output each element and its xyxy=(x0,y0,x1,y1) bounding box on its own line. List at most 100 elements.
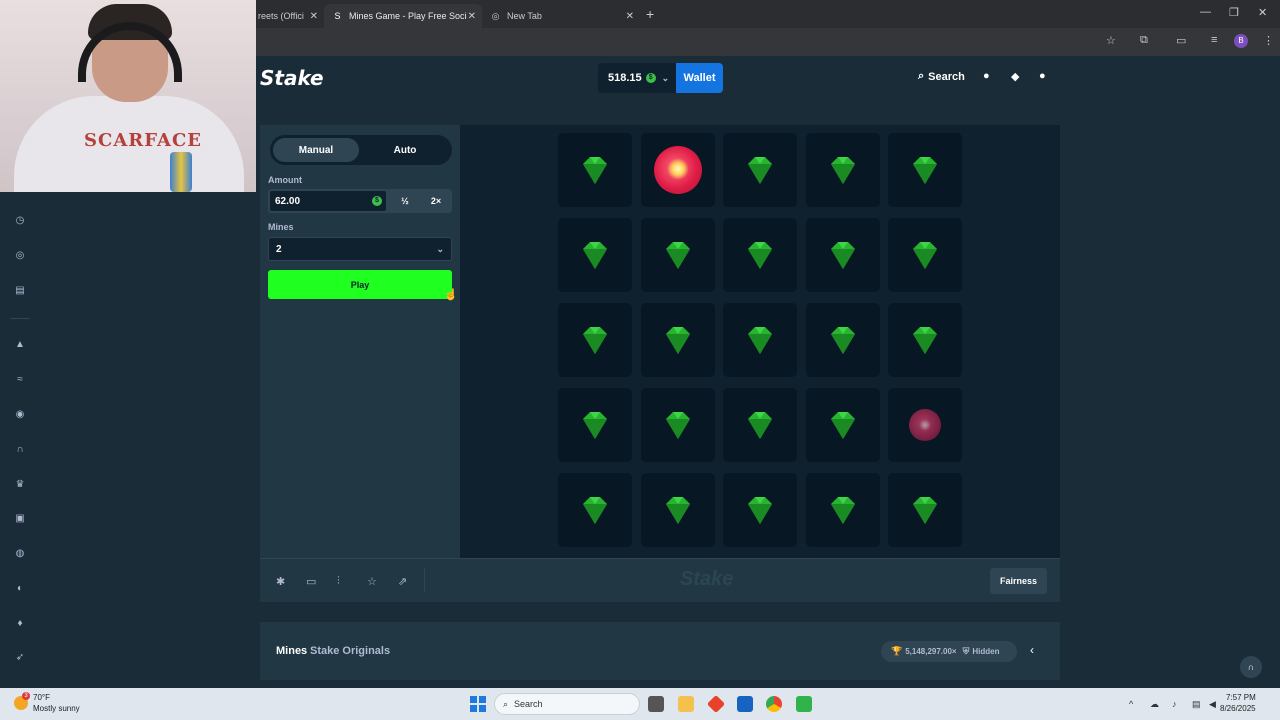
taskbar-search[interactable]: ⌕ Search xyxy=(494,693,640,715)
chrome-icon[interactable] xyxy=(766,696,782,712)
side-panel-icon[interactable]: ▭ xyxy=(1176,34,1186,47)
sports-icon[interactable]: ◍ xyxy=(13,547,27,561)
play-button[interactable]: Play xyxy=(268,270,452,299)
mine-tile[interactable] xyxy=(640,218,715,292)
tab-close-icon[interactable]: ✕ xyxy=(310,11,318,22)
restore-icon[interactable]: ❐ xyxy=(1229,6,1239,19)
mines-select[interactable]: 2 ⌄ xyxy=(268,237,452,261)
drink-can xyxy=(170,152,192,192)
gift-icon[interactable]: ▣ xyxy=(13,512,27,526)
mine-tile[interactable] xyxy=(805,133,880,207)
mine-tile[interactable] xyxy=(558,218,632,292)
stake-logo[interactable]: Stake xyxy=(260,66,324,90)
half-amount-button[interactable]: ½ xyxy=(391,191,419,211)
mine-tile[interactable] xyxy=(558,303,632,377)
mine-tile[interactable] xyxy=(723,303,797,377)
tab-title: reets (Offici xyxy=(258,11,304,21)
cloud-icon[interactable]: ☁ xyxy=(1150,699,1159,710)
mine-tile[interactable] xyxy=(640,473,715,547)
settings-icon[interactable]: ✱ xyxy=(276,575,285,588)
task-view-icon[interactable] xyxy=(648,696,664,712)
popout-icon[interactable]: ⇗ xyxy=(398,575,407,588)
mine-tile[interactable] xyxy=(888,303,962,377)
mine-tile[interactable] xyxy=(723,133,797,207)
search-label: Search xyxy=(928,70,965,83)
mine-tile[interactable] xyxy=(888,133,962,207)
gem-icon xyxy=(913,497,937,524)
mine-tile[interactable] xyxy=(558,473,632,547)
minimize-icon[interactable]: — xyxy=(1200,6,1211,18)
mine-tile[interactable] xyxy=(558,388,632,462)
mine-tile[interactable] xyxy=(640,303,715,377)
tab-manual[interactable]: Manual xyxy=(273,138,359,162)
theatre-mode-icon[interactable]: ▭ xyxy=(306,575,316,588)
live-dealer-icon[interactable]: ∩ xyxy=(13,443,27,457)
mine-tile[interactable] xyxy=(805,303,880,377)
mine-tile[interactable] xyxy=(805,473,880,547)
bet-amount-input[interactable]: 62.00 $ xyxy=(270,191,386,211)
browser-tab[interactable]: reets (Offici ✕ xyxy=(250,4,324,28)
outlook-icon[interactable] xyxy=(737,696,753,712)
tray-chevron-up-icon[interactable]: ^ xyxy=(1129,699,1133,709)
mine-tile[interactable] xyxy=(723,218,797,292)
gem-icon xyxy=(583,242,607,269)
globe-icon[interactable]: ◐ xyxy=(13,582,27,596)
wallet-button[interactable]: Wallet xyxy=(676,63,723,93)
browser-tab-active[interactable]: S Mines Game - Play Free Social ✕ xyxy=(324,4,482,28)
mine-tile[interactable] xyxy=(805,388,880,462)
mine-tile[interactable] xyxy=(640,388,715,462)
stats-icon[interactable]: ⫶ xyxy=(337,575,340,588)
mine-tile[interactable] xyxy=(805,218,880,292)
support-headset-icon[interactable]: ∩ xyxy=(1240,656,1262,678)
tab-close-icon[interactable]: ✕ xyxy=(468,11,476,22)
mine-tile[interactable] xyxy=(888,388,962,462)
network-icon[interactable]: ▤ xyxy=(1192,699,1201,710)
mines-value: 2 xyxy=(276,243,282,255)
store-icon[interactable]: ▤ xyxy=(13,284,27,298)
drop-icon[interactable]: ♦ xyxy=(13,617,27,631)
notifications-icon[interactable]: ◆ xyxy=(1011,70,1019,83)
bet-mode-toggle: Manual Auto xyxy=(270,135,452,165)
close-window-icon[interactable]: ✕ xyxy=(1258,6,1267,19)
bookmark-star-icon[interactable]: ☆ xyxy=(1106,34,1116,47)
recent-icon[interactable]: ◷ xyxy=(13,214,27,228)
game-provider[interactable]: Stake Originals xyxy=(310,645,390,657)
extensions-icon[interactable]: ⧉ xyxy=(1140,34,1148,47)
mine-tile[interactable] xyxy=(888,218,962,292)
mine-tile[interactable] xyxy=(558,133,632,207)
user-icon[interactable]: ● xyxy=(983,70,990,82)
fairness-button[interactable]: Fairness xyxy=(990,568,1047,594)
media-control-icon[interactable]: ≡ xyxy=(1211,34,1217,46)
favourite-star-icon[interactable]: ☆ xyxy=(367,575,377,588)
flame-icon[interactable]: ▲ xyxy=(13,338,27,352)
browser-menu-icon[interactable]: ⋮ xyxy=(1263,34,1274,47)
file-explorer-icon[interactable] xyxy=(678,696,694,712)
double-amount-button[interactable]: 2× xyxy=(422,191,450,211)
browser-tab[interactable]: ◎ New Tab ✕ xyxy=(482,4,640,28)
tab-close-icon[interactable]: ✕ xyxy=(626,11,634,22)
search-button[interactable]: ⌕ Search xyxy=(918,70,965,83)
profile-avatar[interactable]: B xyxy=(1234,34,1248,48)
mine-tile[interactable] xyxy=(640,133,715,207)
mouse-cursor-icon: ☝ xyxy=(444,289,458,301)
shirt-print: SCARFACE xyxy=(84,130,202,151)
weather-description: Mostly sunny xyxy=(33,704,80,713)
balance-dropdown[interactable]: 518.15 $ ⌄ xyxy=(598,63,676,93)
chat-icon[interactable]: ● xyxy=(1039,70,1046,82)
rocket-icon[interactable]: ➶ xyxy=(13,651,27,665)
app-icon[interactable] xyxy=(796,696,812,712)
new-tab-button[interactable]: + xyxy=(646,6,654,22)
casino-chip-icon[interactable]: ◉ xyxy=(13,408,27,422)
slots-icon[interactable]: ≈ xyxy=(13,373,27,387)
volume-icon[interactable]: ◀ xyxy=(1209,699,1216,710)
windows-start-button[interactable] xyxy=(470,696,486,712)
microphone-icon[interactable]: ♪ xyxy=(1172,699,1177,709)
chevron-left-icon[interactable]: ‹ xyxy=(1030,643,1034,657)
mine-tile[interactable] xyxy=(888,473,962,547)
crown-icon[interactable]: ♛ xyxy=(13,478,27,492)
mine-tile[interactable] xyxy=(723,388,797,462)
promotions-icon[interactable]: ◎ xyxy=(13,249,27,263)
tab-auto[interactable]: Auto xyxy=(362,138,448,162)
mine-tile[interactable] xyxy=(723,473,797,547)
gem-icon xyxy=(583,497,607,524)
